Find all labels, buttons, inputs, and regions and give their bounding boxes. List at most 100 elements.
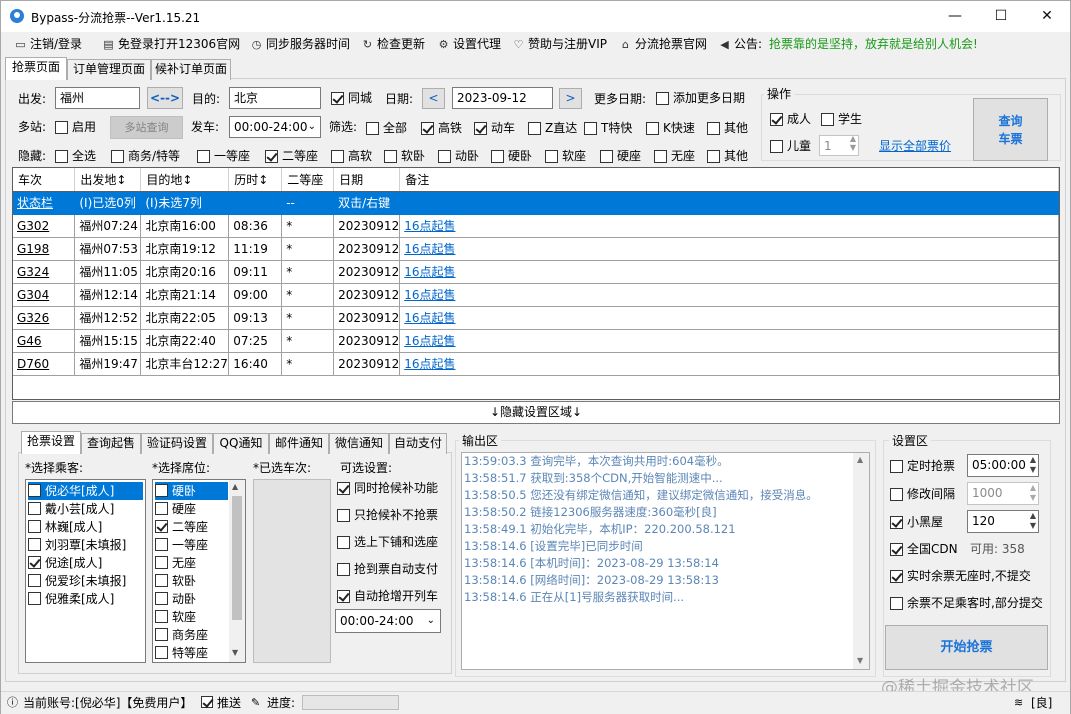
from-station-input[interactable]: 福州 [55, 87, 140, 109]
train-no-cell[interactable]: G324 [13, 260, 76, 284]
list-item[interactable]: 硬座 [155, 500, 196, 518]
remark-cell[interactable]: 16点起售 [399, 306, 1059, 330]
seat-list[interactable]: 硬卧 硬座 二等座 一等座 无座 软卧 动卧 软座 商务座 特等座 ▲ ▼ [152, 479, 246, 663]
hide-second-class-checkbox[interactable]: 二等座 [265, 150, 318, 163]
menu-proxy[interactable]: ⚙ 设置代理 [437, 36, 501, 52]
table-row[interactable]: G46 福州15:15 北京南22:40 07:25 * 20230912 16点起售 [13, 329, 1059, 353]
list-item[interactable]: 倪途[成人] [28, 554, 102, 572]
to-station-input[interactable]: 北京 [229, 87, 321, 109]
table-row[interactable]: G302 福州07:24 北京南16:00 08:36 * 20230912 16点起售 [13, 214, 1059, 238]
col-second-class[interactable]: 二等座 [281, 168, 335, 192]
hide-other-checkbox[interactable]: 其他 [707, 150, 748, 163]
auto-pay-checkbox[interactable]: 抢到票自动支付 [337, 563, 438, 576]
list-item[interactable]: 商务座 [155, 626, 208, 644]
tab-order-management[interactable]: 订单管理页面 [67, 59, 151, 80]
push-checkbox[interactable]: 推送 [201, 696, 241, 710]
list-item[interactable]: 动卧 [155, 590, 196, 608]
tab-captcha-settings[interactable]: 验证码设置 [141, 433, 213, 454]
swap-stations-button[interactable]: <--> [147, 87, 183, 109]
train-no-cell[interactable]: G198 [13, 237, 76, 261]
train-no-cell[interactable]: G326 [13, 306, 76, 330]
enable-multi-station-checkbox[interactable]: 启用 [55, 121, 96, 134]
remark-cell[interactable]: 16点起售 [399, 260, 1059, 284]
list-item[interactable]: 倪必华[成人] [28, 482, 143, 500]
date-input[interactable]: 2023-09-12 [452, 87, 553, 109]
remark-cell[interactable]: 16点起售 [399, 237, 1059, 261]
remark-cell[interactable]: 16点起售 [399, 214, 1059, 238]
multi-station-query-button[interactable]: 多站查询 [110, 116, 183, 139]
hide-settings-toggle[interactable]: ↓隐藏设置区域↓ [12, 401, 1060, 424]
choose-berth-checkbox[interactable]: 选上下铺和选座 [337, 536, 438, 549]
depart-time-select[interactable]: 00:00-24:00 ⌄ [229, 116, 321, 138]
col-destination[interactable]: 目的地↕ [140, 168, 230, 192]
list-item[interactable]: 戴小芸[成人] [28, 500, 114, 518]
tab-email-notify[interactable]: 邮件通知 [269, 433, 329, 454]
adult-checkbox[interactable]: 成人 [770, 113, 811, 126]
filter-other-checkbox[interactable]: 其他 [707, 122, 748, 135]
table-row[interactable]: G198 福州07:53 北京南19:12 11:19 * 20230912 16点起售 [13, 237, 1059, 261]
tab-wechat-notify[interactable]: 微信通知 [329, 433, 389, 454]
col-duration[interactable]: 历时↕ [228, 168, 283, 192]
table-row[interactable]: G326 福州12:52 北京南22:05 09:13 * 20230912 16点起售 [13, 306, 1059, 330]
start-grab-button[interactable]: 开始抢票 [885, 625, 1048, 670]
status-row[interactable]: 状态栏 (I)已选0列 (I)未选7列 -- 双击/右键 [13, 191, 1059, 215]
scroll-down-icon[interactable]: ▼ [857, 656, 863, 665]
output-scrollbar[interactable]: ▲ ▼ [853, 453, 869, 669]
menu-notice[interactable]: ◀ 公告: [718, 36, 762, 52]
seat-list-scrollbar[interactable]: ▲ ▼ [229, 480, 245, 662]
col-departure[interactable]: 出发地↕ [74, 168, 142, 192]
col-date[interactable]: 日期 [333, 168, 401, 192]
tab-auto-pay[interactable]: 自动支付 [389, 433, 447, 454]
col-remark[interactable]: 备注 [399, 168, 1059, 192]
hide-hard-sleeper-checkbox[interactable]: 硬卧 [491, 150, 532, 163]
list-item[interactable]: 二等座 [155, 518, 208, 536]
blackroom-input[interactable]: 120 ▲ ▼ [967, 510, 1039, 533]
interval-input[interactable]: 1000 ▲ ▼ [967, 482, 1039, 505]
hide-first-class-checkbox[interactable]: 一等座 [197, 150, 250, 163]
modify-interval-checkbox[interactable]: 修改间隔 [890, 488, 955, 501]
auto-extra-trains-checkbox[interactable]: 自动抢增开列车 [337, 590, 438, 603]
menu-website[interactable]: ⌂ 分流抢票官网 [619, 36, 707, 52]
timed-grab-checkbox[interactable]: 定时抢票 [890, 460, 955, 473]
remark-cell[interactable]: 16点起售 [399, 352, 1059, 376]
filter-emu-checkbox[interactable]: 动车 [474, 122, 515, 135]
scroll-thumb[interactable] [232, 496, 242, 620]
menu-check-update[interactable]: ↻ 检查更新 [361, 36, 425, 52]
remark-cell[interactable]: 16点起售 [399, 329, 1059, 353]
query-tickets-button[interactable]: 查询 车票 [973, 98, 1048, 161]
waitlist-checkbox[interactable]: 同时抢候补功能 [337, 482, 438, 495]
hide-all-checkbox[interactable]: 全选 [55, 150, 96, 163]
menu-login[interactable]: ▭ 注销/登录 [14, 36, 82, 52]
list-item[interactable]: 硬卧 [155, 482, 228, 500]
list-item[interactable]: 倪雅柔[成人] [28, 590, 114, 608]
table-row[interactable]: G304 福州12:14 北京南21:14 09:00 * 20230912 16点起售 [13, 283, 1059, 307]
hide-soft-seat-checkbox[interactable]: 软座 [545, 150, 586, 163]
train-no-cell[interactable]: G46 [13, 329, 76, 353]
menu-open-12306[interactable]: ▤ 免登录打开12306官网 [102, 36, 240, 52]
child-checkbox[interactable]: 儿童 [770, 140, 811, 153]
add-more-dates-checkbox[interactable]: 添加更多日期 [656, 92, 745, 105]
list-item[interactable]: 刘羽覃[未填报] [28, 536, 126, 554]
prev-date-button[interactable]: < [422, 88, 445, 109]
national-cdn-checkbox[interactable]: 全国CDN [890, 543, 958, 556]
menu-sponsor[interactable]: ♡ 赞助与注册VIP [512, 36, 607, 52]
blackroom-checkbox[interactable]: 小黑屋 [890, 516, 943, 529]
scroll-up-icon[interactable]: ▲ [232, 482, 238, 491]
no-seat-skip-checkbox[interactable]: 实时余票无座时,不提交 [890, 570, 1031, 583]
hide-high-soft-checkbox[interactable]: 高软 [331, 150, 372, 163]
scroll-up-icon[interactable]: ▲ [857, 455, 863, 464]
partial-submit-checkbox[interactable]: 余票不足乘客时,部分提交 [890, 597, 1043, 610]
col-train-no[interactable]: 车次 [13, 168, 76, 192]
next-date-button[interactable]: > [559, 88, 582, 109]
table-row[interactable]: G324 福州11:05 北京南20:16 09:11 * 20230912 16点起售 [13, 260, 1059, 284]
student-checkbox[interactable]: 学生 [821, 113, 862, 126]
passenger-list[interactable]: 倪必华[成人] 戴小芸[成人] 林巍[成人] 刘羽覃[未填报] 倪途[成人] 倪… [25, 479, 146, 663]
tab-waitlist-orders[interactable]: 候补订单页面 [151, 59, 231, 80]
close-button[interactable]: ✕ [1024, 1, 1070, 32]
hide-emu-sleeper-checkbox[interactable]: 动卧 [438, 150, 479, 163]
extra-trains-time-select[interactable]: 00:00-24:00 ⌄ [335, 609, 441, 633]
hide-hard-seat-checkbox[interactable]: 硬座 [600, 150, 641, 163]
filter-all-checkbox[interactable]: 全部 [366, 122, 407, 135]
hide-business-checkbox[interactable]: 商务/特等 [111, 150, 180, 163]
minimize-button[interactable]: — [932, 1, 978, 32]
